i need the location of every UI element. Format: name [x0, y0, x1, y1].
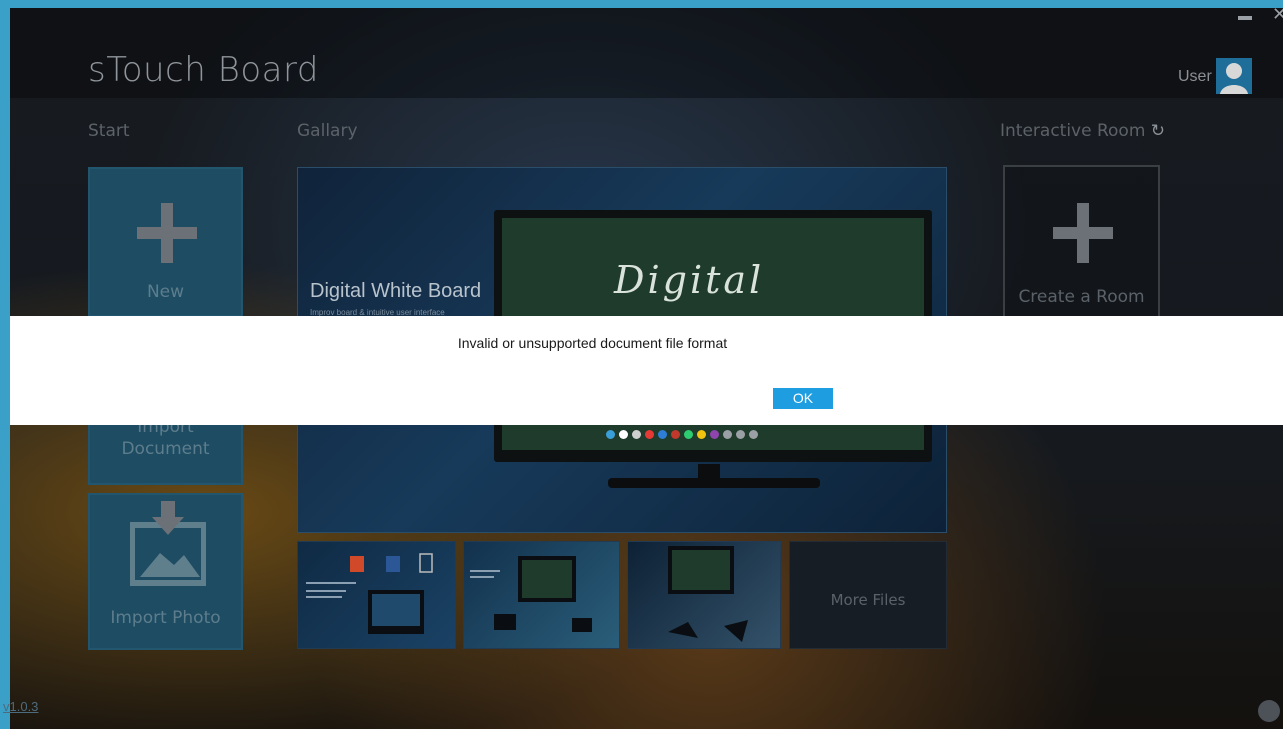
- dialog-message: Invalid or unsupported document file for…: [457, 335, 728, 351]
- app-title: sTouch Board: [88, 50, 319, 90]
- monitor-stand-base: [608, 478, 820, 488]
- palette-color-dot: [749, 430, 758, 439]
- palette-color-dot: [723, 430, 732, 439]
- avatar[interactable]: [1216, 58, 1252, 94]
- close-icon[interactable]: ✕: [1272, 8, 1283, 25]
- version-link[interactable]: v1.0.3: [3, 699, 38, 714]
- refresh-icon[interactable]: ↻: [1151, 121, 1165, 141]
- error-dialog: Invalid or unsupported document file for…: [10, 316, 1283, 425]
- user-icon: [1220, 63, 1248, 94]
- palette-color-dot: [658, 430, 667, 439]
- palette-color-dot: [684, 430, 693, 439]
- plus-icon: [137, 203, 197, 263]
- palette-color-dot: [606, 430, 615, 439]
- new-label: New: [146, 282, 185, 302]
- more-files-label: More Files: [830, 591, 906, 609]
- import-photo-tile[interactable]: Import Photo: [88, 493, 243, 650]
- gallery-thumbnail-documents[interactable]: [297, 541, 456, 649]
- gallery-thumbnail-interactive[interactable]: [463, 541, 620, 649]
- minimize-icon[interactable]: [1238, 16, 1252, 20]
- import-document-line2: Document: [121, 439, 210, 459]
- palette-color-dot: [619, 430, 628, 439]
- create-room-label: Create a Room: [1018, 287, 1145, 307]
- import-photo-label: Import Photo: [110, 608, 221, 628]
- documents-thumbnail-image: [306, 553, 433, 634]
- section-interactive-room-label: Interactive Room ↻: [1000, 121, 1165, 141]
- fingerprint-icon[interactable]: [1258, 700, 1280, 722]
- gallery-featured-title: Digital White Board: [310, 280, 482, 302]
- palette-color-dot: [645, 430, 654, 439]
- color-palette: [606, 426, 762, 444]
- plus-icon: [1053, 203, 1113, 263]
- new-tile[interactable]: New: [88, 167, 243, 317]
- ok-button[interactable]: OK: [773, 388, 833, 409]
- section-gallery-label: Gallary: [297, 121, 358, 141]
- interactive-thumbnail-image: [470, 556, 592, 632]
- screen-handwriting: Digital: [614, 258, 765, 302]
- section-start-label: Start: [88, 121, 130, 141]
- more-files-tile[interactable]: More Files: [789, 541, 947, 649]
- palette-color-dot: [697, 430, 706, 439]
- palette-color-dot: [632, 430, 641, 439]
- palette-color-dot: [671, 430, 680, 439]
- palette-color-dot: [736, 430, 745, 439]
- classroom-thumbnail-image: [668, 546, 748, 642]
- interactive-room-label: Interactive Room: [1000, 121, 1146, 141]
- create-room-tile[interactable]: Create a Room: [1003, 165, 1160, 331]
- import-photo-icon: [130, 501, 206, 586]
- gallery-thumbnail-classroom[interactable]: [627, 541, 781, 649]
- title-bar: sTouch Board ✕ User: [10, 8, 1283, 98]
- palette-color-dot: [710, 430, 719, 439]
- user-label[interactable]: User: [1178, 68, 1212, 86]
